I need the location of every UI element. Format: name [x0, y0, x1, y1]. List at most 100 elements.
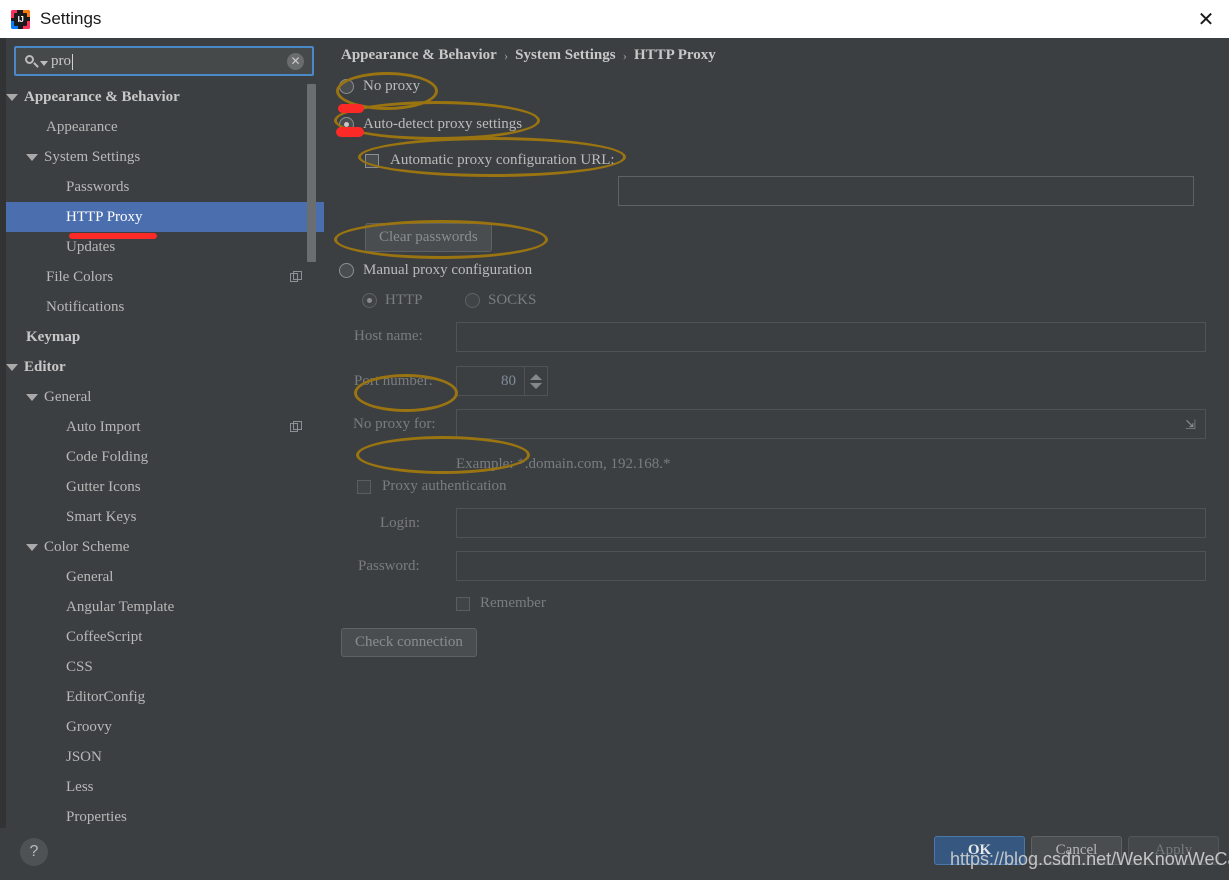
settings-sidebar: pro ✕ Appearance & Behavior Appearance Sys…: [6, 38, 324, 828]
sidebar-item-code-folding[interactable]: Code Folding: [6, 442, 324, 472]
no-proxy-radio-row[interactable]: No proxy: [339, 78, 420, 95]
breadcrumb-item-0[interactable]: Appearance & Behavior: [341, 47, 497, 64]
sidebar-item-editor[interactable]: Editor: [6, 352, 324, 382]
breadcrumb-separator: ›: [622, 47, 627, 63]
example-hint: Example: *.domain.com, 192.168.*: [456, 456, 671, 472]
sidebar-item-color-scheme[interactable]: Color Scheme: [6, 532, 324, 562]
remember-row[interactable]: Remember: [456, 595, 546, 612]
auto-config-url-label: Automatic proxy configuration URL:: [390, 152, 615, 168]
port-number-value[interactable]: 80: [456, 366, 524, 396]
sidebar-item-passwords[interactable]: Passwords: [6, 172, 324, 202]
help-icon[interactable]: ?: [20, 838, 48, 866]
sidebar-item-label: Properties: [66, 808, 127, 825]
sidebar-item-updates[interactable]: Updates: [6, 232, 324, 262]
host-name-input[interactable]: [456, 322, 1206, 352]
sidebar-item-appearance[interactable]: Appearance: [6, 112, 324, 142]
chevron-down-icon[interactable]: [26, 153, 38, 161]
sidebar-item-label: Code Folding: [66, 448, 149, 465]
password-input[interactable]: [456, 551, 1206, 581]
sidebar-item-coffeescript[interactable]: CoffeeScript: [6, 622, 324, 652]
sidebar-item-label: JSON: [66, 748, 102, 765]
sidebar-item-label: Color Scheme: [44, 538, 130, 555]
chevron-down-icon[interactable]: [530, 382, 542, 389]
sidebar-scrollbar-thumb[interactable]: [307, 84, 316, 262]
no-proxy-for-label: No proxy for:: [353, 416, 436, 432]
manual-proxy-label: Manual proxy configuration: [363, 262, 533, 278]
chevron-down-icon[interactable]: [40, 60, 48, 66]
sidebar-item-label: Keymap: [26, 328, 81, 345]
chevron-up-icon[interactable]: [530, 373, 542, 380]
chevron-down-icon[interactable]: [6, 363, 18, 371]
sidebar-item-notifications[interactable]: Notifications: [6, 292, 324, 322]
check-connection-button[interactable]: Check connection: [341, 628, 477, 657]
auto-config-url-row[interactable]: Automatic proxy configuration URL:: [365, 152, 615, 169]
auto-detect-proxy-radio[interactable]: [339, 117, 354, 132]
sidebar-item-less[interactable]: Less: [6, 772, 324, 802]
http-radio[interactable]: [362, 293, 377, 308]
clear-passwords-button[interactable]: Clear passwords: [365, 223, 492, 252]
sidebar-item-editorconfig[interactable]: EditorConfig: [6, 682, 324, 712]
chevron-down-icon[interactable]: [26, 393, 38, 401]
port-number-label: Port number:: [354, 373, 433, 389]
settings-tree[interactable]: Appearance & Behavior Appearance System Se…: [6, 82, 324, 826]
sidebar-item-keymap[interactable]: Keymap: [6, 322, 324, 352]
breadcrumb-item-1[interactable]: System Settings: [515, 47, 615, 64]
socks-radio-row[interactable]: SOCKS: [465, 292, 536, 309]
copy-settings-icon[interactable]: [290, 271, 302, 283]
no-proxy-label: No proxy: [363, 78, 421, 94]
proxy-authentication-label: Proxy authentication: [382, 478, 507, 494]
sidebar-item-label: Appearance: [46, 118, 118, 135]
no-proxy-radio[interactable]: [339, 79, 354, 94]
password-label: Password:: [358, 558, 420, 574]
sidebar-item-label: Editor: [24, 358, 66, 375]
auto-config-url-input[interactable]: [618, 176, 1194, 206]
sidebar-item-groovy[interactable]: Groovy: [6, 712, 324, 742]
login-input[interactable]: [456, 508, 1206, 538]
copy-settings-icon[interactable]: [290, 421, 302, 433]
sidebar-item-label: Angular Template: [66, 598, 175, 615]
sidebar-item-angular-template[interactable]: Angular Template: [6, 592, 324, 622]
port-number-stepper[interactable]: 80: [456, 366, 548, 396]
sidebar-item-auto-import[interactable]: Auto Import: [6, 412, 324, 442]
remember-checkbox[interactable]: [456, 596, 470, 611]
sidebar-item-file-colors[interactable]: File Colors: [6, 262, 324, 292]
host-name-label: Host name:: [354, 328, 423, 344]
sidebar-item-gutter-icons[interactable]: Gutter Icons: [6, 472, 324, 502]
search-value: pro: [51, 53, 287, 70]
sidebar-item-appearance-behavior[interactable]: Appearance & Behavior: [6, 82, 324, 112]
sidebar-item-label: System Settings: [44, 148, 141, 165]
auto-detect-radio-row[interactable]: Auto-detect proxy settings: [339, 116, 522, 133]
port-stepper-arrows[interactable]: [524, 366, 548, 396]
sidebar-item-label: HTTP Proxy: [66, 208, 143, 225]
sidebar-item-system-settings[interactable]: System Settings: [6, 142, 324, 172]
sidebar-item-properties[interactable]: Properties: [6, 802, 324, 826]
proxy-authentication-checkbox[interactable]: [357, 479, 371, 494]
chevron-down-icon[interactable]: [6, 93, 18, 101]
manual-proxy-radio[interactable]: [339, 263, 354, 278]
manual-proxy-radio-row[interactable]: Manual proxy configuration: [339, 262, 532, 279]
auto-config-url-checkbox[interactable]: [365, 153, 379, 168]
sidebar-item-css[interactable]: CSS: [6, 652, 324, 682]
breadcrumb-separator: ›: [503, 47, 509, 63]
socks-label: SOCKS: [488, 292, 537, 308]
search-input[interactable]: pro ✕: [14, 46, 314, 76]
sidebar-item-general[interactable]: General: [6, 382, 324, 412]
sidebar-scrollbar-track[interactable]: [307, 82, 320, 826]
http-radio-row[interactable]: HTTP: [362, 292, 423, 309]
no-proxy-for-input[interactable]: ⇲: [456, 409, 1206, 439]
sidebar-item-json[interactable]: JSON: [6, 742, 324, 772]
sidebar-item-general[interactable]: General: [6, 562, 324, 592]
settings-dialog: IJ Settings ✕ pro ✕ Appearance & Behavio…: [0, 0, 1229, 880]
clear-icon[interactable]: ✕: [287, 52, 304, 70]
proxy-authentication-row[interactable]: Proxy authentication: [357, 478, 507, 495]
socks-radio[interactable]: [465, 293, 480, 308]
sidebar-item-smart-keys[interactable]: Smart Keys: [6, 502, 324, 532]
breadcrumb: Appearance & Behavior › System Settings …: [341, 47, 716, 64]
close-icon[interactable]: ✕: [1183, 0, 1229, 38]
sidebar-item-label: Less: [66, 778, 94, 795]
sidebar-item-label: CSS: [66, 658, 93, 675]
sidebar-item-label: Groovy: [66, 718, 112, 735]
chevron-down-icon[interactable]: [26, 543, 38, 551]
sidebar-item-http-proxy[interactable]: HTTP Proxy: [6, 202, 324, 232]
expand-icon[interactable]: ⇲: [1185, 418, 1198, 431]
